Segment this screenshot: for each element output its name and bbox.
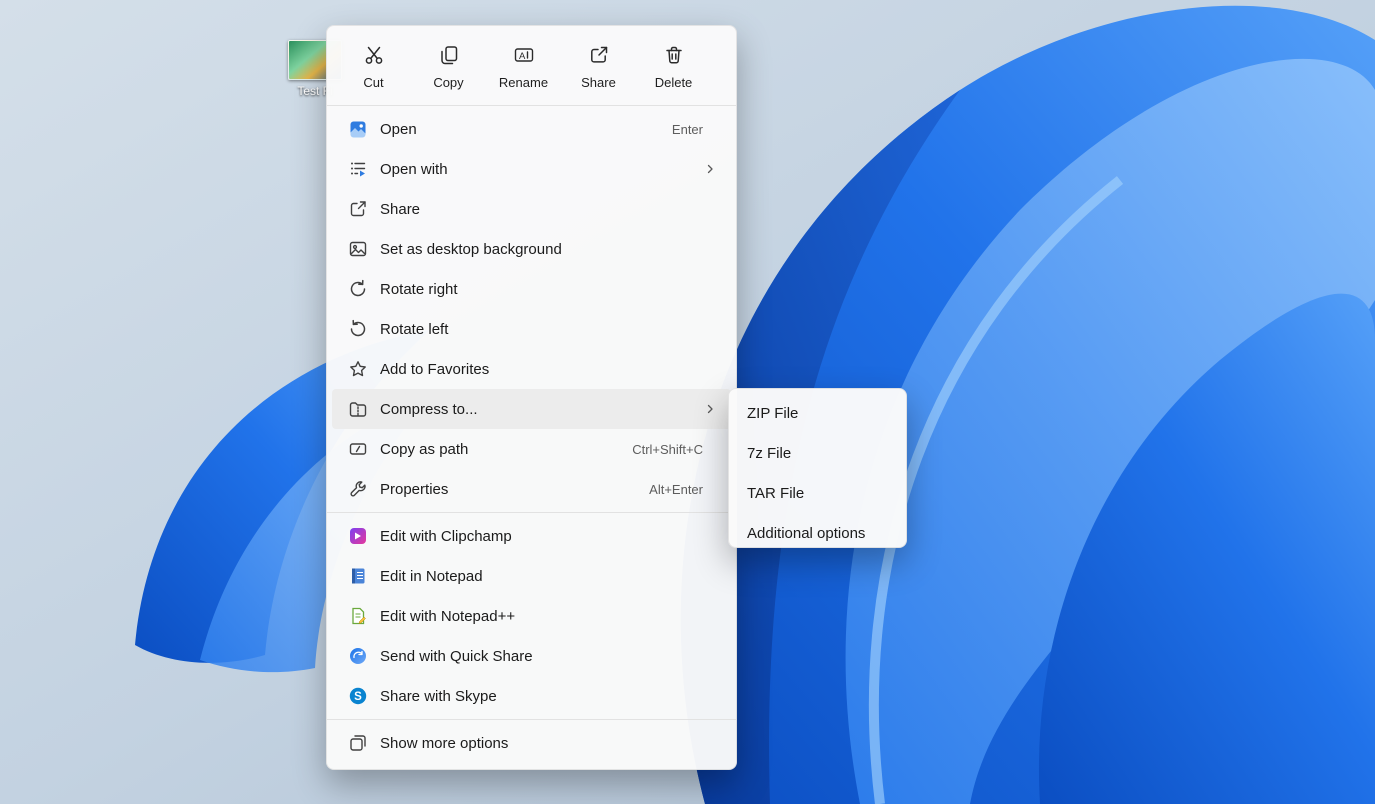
submenu-item-label: Additional options xyxy=(747,525,865,542)
shortcut-label: Enter xyxy=(672,122,719,137)
menu-item-label: Set as desktop background xyxy=(380,241,562,258)
menu-item-share[interactable]: Share xyxy=(332,189,731,229)
menu-item-add-to-favorites[interactable]: Add to Favorites xyxy=(332,349,731,389)
open-with-icon xyxy=(348,159,368,179)
menu-item-label: Edit with Clipchamp xyxy=(380,528,512,545)
menu-item-label: Copy as path xyxy=(380,441,468,458)
cut-button[interactable]: Cut xyxy=(340,36,407,98)
delete-button[interactable]: Delete xyxy=(640,36,707,98)
menu-item-properties[interactable]: Properties Alt+Enter xyxy=(332,469,731,509)
menu-item-label: Compress to... xyxy=(380,401,478,418)
submenu-item-tar-file[interactable]: TAR File xyxy=(734,473,901,513)
share-icon xyxy=(588,44,610,69)
clipchamp-icon xyxy=(348,526,368,546)
photos-icon xyxy=(348,119,368,139)
rename-icon: A xyxy=(513,44,535,69)
rotate-left-icon xyxy=(348,319,368,339)
notepad-icon xyxy=(348,566,368,586)
copy-button[interactable]: Copy xyxy=(415,36,482,98)
submenu-item-7z-file[interactable]: 7z File xyxy=(734,433,901,473)
menu-separator xyxy=(327,512,736,513)
wrench-icon xyxy=(348,479,368,499)
zip-folder-icon xyxy=(348,399,368,419)
menu-item-label: Properties xyxy=(380,481,448,498)
svg-text:A: A xyxy=(519,51,526,62)
menu-item-label: Edit with Notepad++ xyxy=(380,608,515,625)
menu-item-label: Rotate right xyxy=(380,281,458,298)
context-menu-command-bar: Cut Copy A Rename Share xyxy=(332,30,731,102)
quick-share-icon xyxy=(348,646,368,666)
copy-icon xyxy=(438,44,460,69)
menu-item-label: Add to Favorites xyxy=(380,361,489,378)
cut-label: Cut xyxy=(363,75,383,90)
menu-item-share-with-skype[interactable]: S Share with Skype xyxy=(332,676,731,716)
chevron-right-icon xyxy=(703,162,717,176)
menu-separator xyxy=(327,719,736,720)
context-menu: Cut Copy A Rename Share xyxy=(326,25,737,770)
rename-label: Rename xyxy=(499,75,548,90)
share-button[interactable]: Share xyxy=(565,36,632,98)
menu-item-copy-as-path[interactable]: Copy as path Ctrl+Shift+C xyxy=(332,429,731,469)
menu-item-label: Rotate left xyxy=(380,321,448,338)
submenu-item-label: ZIP File xyxy=(747,405,798,422)
menu-item-label: Open with xyxy=(380,161,448,178)
shortcut-label: Alt+Enter xyxy=(649,482,719,497)
menu-item-compress-to[interactable]: Compress to... xyxy=(332,389,731,429)
delete-label: Delete xyxy=(655,75,693,90)
chevron-right-icon xyxy=(703,402,717,416)
menu-item-label: Send with Quick Share xyxy=(380,648,533,665)
menu-item-open[interactable]: Open Enter xyxy=(332,109,731,149)
submenu-item-zip-file[interactable]: ZIP File xyxy=(734,393,901,433)
cut-icon xyxy=(363,44,385,69)
rename-button[interactable]: A Rename xyxy=(490,36,557,98)
show-more-icon xyxy=(348,733,368,753)
menu-item-rotate-left[interactable]: Rotate left xyxy=(332,309,731,349)
menu-separator xyxy=(327,105,736,106)
star-icon xyxy=(348,359,368,379)
menu-item-label: Open xyxy=(380,121,417,138)
picture-icon xyxy=(348,239,368,259)
copy-label: Copy xyxy=(433,75,463,90)
menu-item-rotate-right[interactable]: Rotate right xyxy=(332,269,731,309)
submenu-item-additional-options[interactable]: Additional options xyxy=(734,513,901,553)
svg-text:S: S xyxy=(354,691,362,703)
submenu-item-label: TAR File xyxy=(747,485,804,502)
menu-item-label: Share with Skype xyxy=(380,688,497,705)
menu-item-edit-with-clipchamp[interactable]: Edit with Clipchamp xyxy=(332,516,731,556)
menu-item-edit-with-notepadpp[interactable]: Edit with Notepad++ xyxy=(332,596,731,636)
desktop: Test Fi Cut Copy A Rename xyxy=(0,0,1375,804)
menu-item-show-more-options[interactable]: Show more options xyxy=(332,723,731,763)
shortcut-label: Ctrl+Shift+C xyxy=(632,442,719,457)
trash-icon xyxy=(663,44,685,69)
notepad-plus-plus-icon xyxy=(348,606,368,626)
menu-item-edit-in-notepad[interactable]: Edit in Notepad xyxy=(332,556,731,596)
menu-item-set-desktop-background[interactable]: Set as desktop background xyxy=(332,229,731,269)
submenu-item-label: 7z File xyxy=(747,445,791,462)
skype-icon: S xyxy=(348,686,368,706)
menu-item-label: Show more options xyxy=(380,735,508,752)
menu-item-label: Edit in Notepad xyxy=(380,568,483,585)
menu-item-send-with-quick-share[interactable]: Send with Quick Share xyxy=(332,636,731,676)
share-label: Share xyxy=(581,75,616,90)
compress-to-submenu: ZIP File 7z File TAR File Additional opt… xyxy=(728,388,907,548)
copy-path-icon xyxy=(348,439,368,459)
menu-item-open-with[interactable]: Open with xyxy=(332,149,731,189)
rotate-right-icon xyxy=(348,279,368,299)
menu-item-label: Share xyxy=(380,201,420,218)
share-icon xyxy=(348,199,368,219)
